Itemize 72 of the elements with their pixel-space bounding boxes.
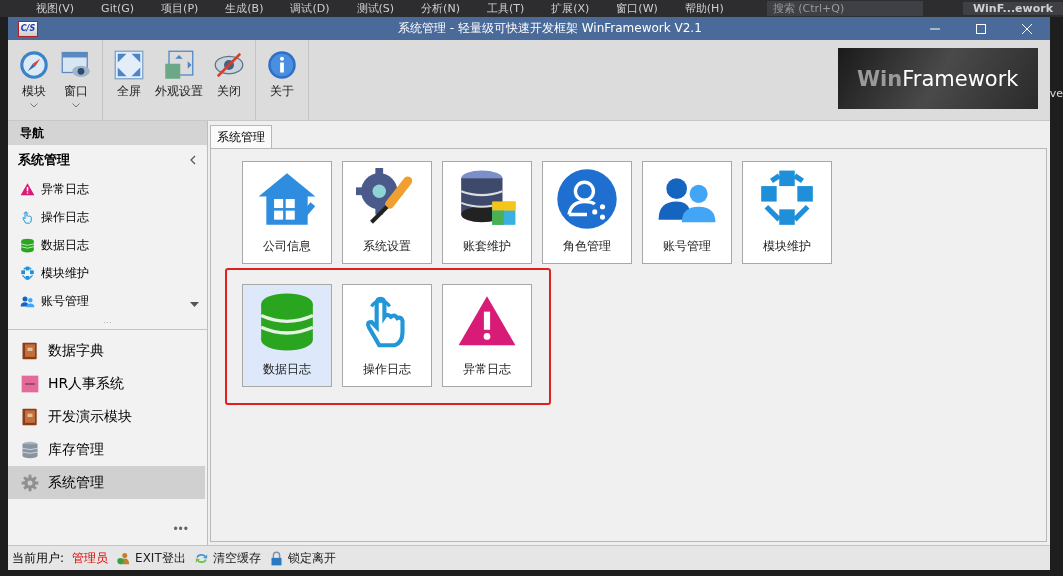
module-item[interactable]: 数据字典 xyxy=(8,334,205,367)
module-tile[interactable]: 系统设置 xyxy=(342,161,432,264)
module-tile[interactable]: 账号管理 xyxy=(642,161,732,264)
module-tile[interactable]: 数据日志 xyxy=(242,284,332,387)
user-name: 管理员 xyxy=(72,549,109,567)
scroll-down-icon[interactable] xyxy=(190,302,199,307)
info-icon xyxy=(267,50,297,80)
toolbar-button[interactable]: 外观设置 xyxy=(151,48,207,120)
maximize-icon[interactable] xyxy=(974,22,987,35)
menu-item[interactable]: Git(G) xyxy=(87,2,148,15)
menu-item[interactable]: 分析(N) xyxy=(407,1,473,16)
menu-item[interactable]: 项目(P) xyxy=(147,1,212,16)
menu-item[interactable]: 扩展(X) xyxy=(537,1,603,16)
menu-item[interactable]: 测试(S) xyxy=(342,1,408,16)
group-title: 系统管理 xyxy=(18,151,70,169)
window-title: 系统管理 - 轻量级可快速开发框架 WinFramework V2.1 xyxy=(396,20,703,37)
panel-header: 导航 xyxy=(8,121,207,145)
user-exit-icon xyxy=(116,550,132,566)
module-tile[interactable]: 角色管理 xyxy=(542,161,632,264)
search-field[interactable]: 搜索 (Ctrl+Q) xyxy=(766,1,923,16)
cubes-icon xyxy=(20,265,35,281)
notebook-icon xyxy=(20,373,40,394)
menu-item[interactable]: 生成(B) xyxy=(211,1,277,16)
menu-item[interactable]: 调试(D) xyxy=(276,1,343,16)
toolbar-button[interactable]: 全屏 xyxy=(109,48,149,120)
module-item[interactable]: HR人事系统 xyxy=(8,367,205,400)
toolbar-button[interactable]: 关闭 xyxy=(209,48,249,120)
settings-icon xyxy=(20,472,40,493)
module-tile[interactable]: 公司信息 xyxy=(242,161,332,264)
app-logo: C/S xyxy=(18,20,38,37)
layout-icon xyxy=(164,50,194,80)
module-item[interactable]: 库存管理 xyxy=(8,433,205,466)
status-action[interactable]: 清空缓存 xyxy=(193,549,261,567)
tab[interactable]: 系统管理 xyxy=(210,125,272,148)
nav-item[interactable]: 模块维护 xyxy=(8,259,207,287)
warning-icon xyxy=(20,181,35,197)
menu-item[interactable]: 窗口(W) xyxy=(602,1,671,16)
toolbar-button[interactable]: 窗口 xyxy=(56,48,96,120)
module-tile[interactable]: 异常日志 xyxy=(442,284,532,387)
menu-item[interactable]: 视图(V) xyxy=(22,1,88,16)
storage-icon xyxy=(20,439,40,460)
book-icon xyxy=(20,340,40,361)
background-text: ve xyxy=(1049,87,1063,100)
menu-item[interactable]: 帮助(H) xyxy=(670,1,737,16)
product-logo: WinFramework xyxy=(837,48,1038,109)
nav-item[interactable]: 数据日志 xyxy=(8,231,207,259)
module-tile[interactable]: 模块维护 xyxy=(742,161,832,264)
nav-item[interactable]: 操作日志 xyxy=(8,203,207,231)
status-action[interactable]: 锁定离开 xyxy=(268,549,336,567)
compass-icon xyxy=(19,50,49,80)
user-circle-icon xyxy=(556,168,618,230)
window-tab[interactable]: WinF...ework xyxy=(962,2,1063,15)
toolbar-button[interactable]: 关于 xyxy=(262,48,302,120)
book-icon xyxy=(20,406,40,427)
user-label: 当前用户: xyxy=(12,549,65,567)
close-icon[interactable] xyxy=(1020,22,1033,35)
nav-item[interactable]: 异常日志 xyxy=(8,175,207,203)
menu-item[interactable]: 工具(T) xyxy=(472,1,538,16)
toolbar-button[interactable]: 模块 xyxy=(14,48,54,120)
module-item[interactable]: 开发演示模块 xyxy=(8,400,205,433)
fullscreen-icon xyxy=(114,50,144,80)
pointing-hand-icon xyxy=(20,209,35,225)
status-action[interactable]: EXIT登出 xyxy=(116,549,186,567)
database-icon xyxy=(20,237,35,253)
chevron-icon[interactable] xyxy=(189,155,197,165)
module-tile[interactable]: 账套维护 xyxy=(442,161,532,264)
window-eye-icon xyxy=(61,50,91,80)
eye-off-icon xyxy=(214,50,244,80)
module-tile[interactable]: 操作日志 xyxy=(342,284,432,387)
more-button[interactable]: ••• xyxy=(167,521,195,537)
module-item[interactable]: 系统管理 xyxy=(8,466,205,499)
nav-item[interactable]: 账号管理 xyxy=(8,287,207,315)
